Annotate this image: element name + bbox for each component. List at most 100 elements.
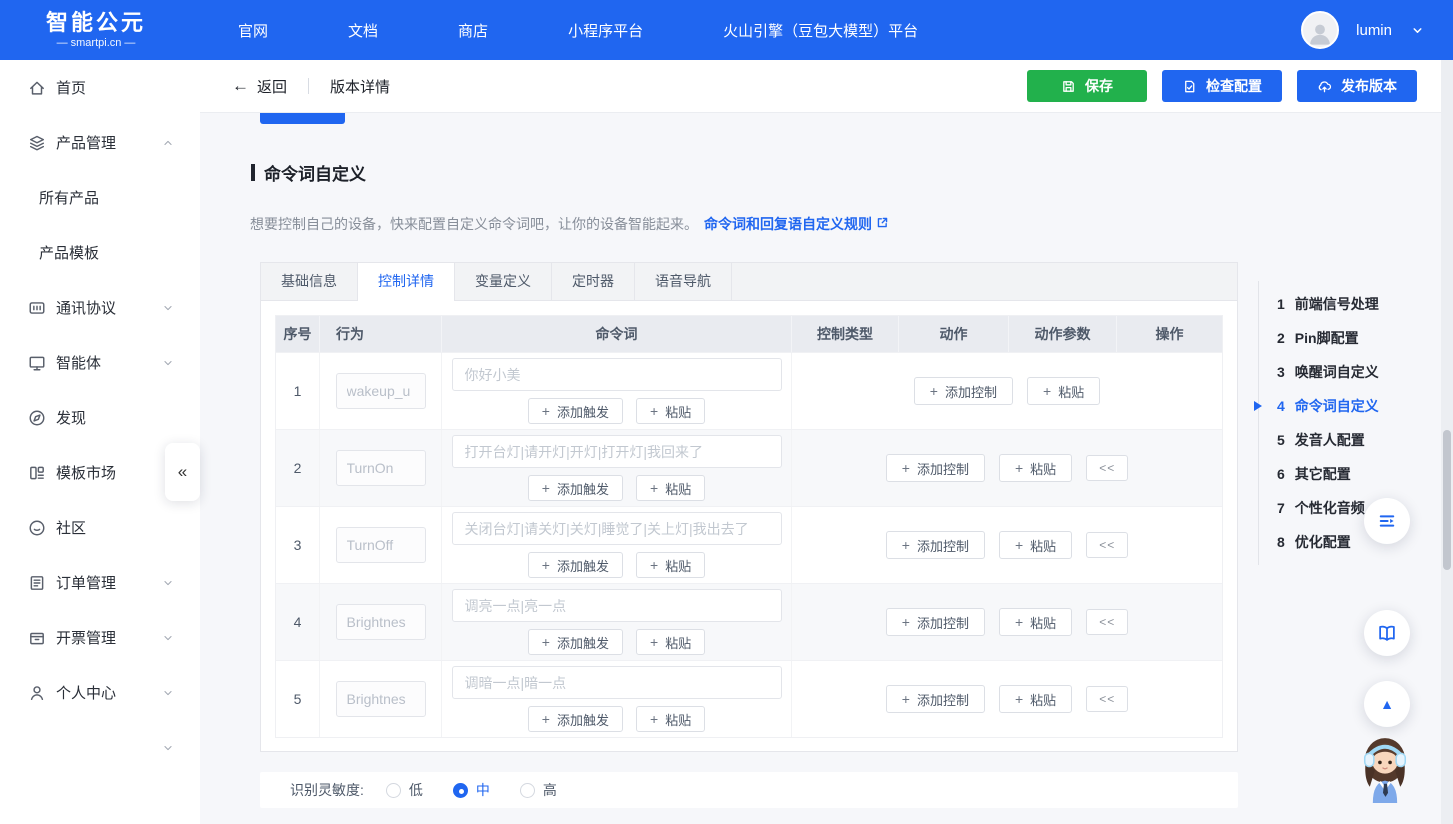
paste-trigger-button[interactable]: +粘贴 <box>636 398 705 424</box>
paste-control-button[interactable]: +粘贴 <box>999 685 1072 713</box>
sidebar-item-2[interactable]: 所有产品 <box>0 170 200 225</box>
scrollbar-thumb[interactable] <box>1443 430 1451 570</box>
command-config-card: 基础信息控制详情变量定义定时器语音导航 序号行为命令词控制类型动作动作参数操作1… <box>260 262 1238 752</box>
add-control-button[interactable]: +添加控制 <box>886 685 985 713</box>
username[interactable]: lumin <box>1356 22 1392 39</box>
step-5[interactable]: 5发音人配置 <box>1259 423 1379 457</box>
collapse-row-button[interactable]: << <box>1086 609 1128 635</box>
sidebar-collapse-button[interactable]: « <box>165 443 200 501</box>
step-2[interactable]: 2Pin脚配置 <box>1259 321 1379 355</box>
add-control-button[interactable]: +添加控制 <box>914 377 1013 405</box>
sensitivity-option-0[interactable]: 低 <box>386 780 423 800</box>
actions-cell: +添加控制 +粘贴 << <box>792 430 1222 506</box>
save-button[interactable]: 保存 <box>1027 70 1147 102</box>
scrollbar-track <box>1441 60 1453 824</box>
collapse-row-button[interactable]: << <box>1086 455 1128 481</box>
sidebar-item-11[interactable]: 个人中心 <box>0 665 200 720</box>
paste-trigger-button[interactable]: +粘贴 <box>636 629 705 655</box>
command-input[interactable] <box>452 358 782 391</box>
sidebar-item-5[interactable]: 智能体 <box>0 335 200 390</box>
command-table: 序号行为命令词控制类型动作动作参数操作1+添加触发+粘贴+添加控制+粘贴2+添加… <box>275 315 1223 738</box>
section-title: 命令词自定义 <box>251 160 366 185</box>
sidebar-item-extra[interactable] <box>0 720 200 775</box>
user-avatar[interactable] <box>1301 11 1339 49</box>
top-navbar: 智能公元 — smartpi.cn — 官网 文档 商店 小程序平台 火山引擎（豆包大模… <box>0 0 1453 60</box>
nav-item-4[interactable]: 火山引擎（豆包大模型）平台 <box>723 20 918 41</box>
sidebar-item-9[interactable]: 订单管理 <box>0 555 200 610</box>
add-control-button[interactable]: +添加控制 <box>886 454 985 482</box>
tab-4[interactable]: 语音导航 <box>635 263 732 300</box>
step-3[interactable]: 3唤醒词自定义 <box>1259 355 1379 389</box>
paste-control-button[interactable]: +粘贴 <box>999 454 1072 482</box>
nav-item-0[interactable]: 官网 <box>238 20 268 41</box>
behavior-input[interactable] <box>336 373 426 409</box>
back-button[interactable]: ← 返回 <box>232 76 287 97</box>
add-trigger-button[interactable]: +添加触发 <box>528 552 623 578</box>
user-chevron-down-icon[interactable] <box>1410 23 1425 38</box>
nav-item-2[interactable]: 商店 <box>458 20 488 41</box>
check-config-button[interactable]: 检查配置 <box>1162 70 1282 102</box>
paste-trigger-button[interactable]: +粘贴 <box>636 706 705 732</box>
paste-control-button[interactable]: +粘贴 <box>999 531 1072 559</box>
sidebar-item-1[interactable]: 产品管理 <box>0 115 200 170</box>
radio-icon[interactable] <box>520 783 535 798</box>
sidebar-item-4[interactable]: 通讯协议 <box>0 280 200 335</box>
sidebar-item-3[interactable]: 产品模板 <box>0 225 200 280</box>
brand-logo[interactable]: 智能公元 — smartpi.cn — <box>46 11 146 49</box>
paste-trigger-button[interactable]: +粘贴 <box>636 552 705 578</box>
collapse-row-button[interactable]: << <box>1086 686 1128 712</box>
behavior-input[interactable] <box>336 527 426 563</box>
step-1[interactable]: 1前端信号处理 <box>1259 287 1379 321</box>
radio-icon[interactable] <box>386 783 401 798</box>
step-4[interactable]: 4命令词自定义 <box>1259 389 1379 423</box>
publish-button[interactable]: 发布版本 <box>1297 70 1417 102</box>
brand-logo-title: 智能公元 <box>46 11 146 35</box>
rules-link[interactable]: 命令词和回复语自定义规则 <box>704 214 889 234</box>
add-trigger-button[interactable]: +添加触发 <box>528 706 623 732</box>
add-control-button[interactable]: +添加控制 <box>886 608 985 636</box>
add-trigger-button[interactable]: +添加触发 <box>528 629 623 655</box>
sidebar-item-10[interactable]: 开票管理 <box>0 610 200 665</box>
assistant-mascot[interactable] <box>1350 730 1420 805</box>
table-header: 序号行为命令词控制类型动作动作参数操作 <box>276 316 1222 352</box>
actions-cell: +添加控制 +粘贴 << <box>792 661 1222 737</box>
step-6[interactable]: 6其它配置 <box>1259 457 1379 491</box>
toc-float-button[interactable] <box>1364 498 1410 544</box>
sensitivity-option-1[interactable]: 中 <box>453 780 490 800</box>
page-title: 版本详情 <box>330 76 390 97</box>
behavior-input[interactable] <box>336 450 426 486</box>
paste-control-button[interactable]: +粘贴 <box>1027 377 1100 405</box>
sidebar-item-0[interactable]: 首页 <box>0 60 200 115</box>
sidebar-item-8[interactable]: 社区 <box>0 500 200 555</box>
tab-2[interactable]: 变量定义 <box>455 263 552 300</box>
collapse-row-button[interactable]: << <box>1086 532 1128 558</box>
paste-control-button[interactable]: +粘贴 <box>999 608 1072 636</box>
back-to-top-button[interactable]: ▲ <box>1364 681 1410 727</box>
sidebar: 首页产品管理所有产品产品模板通讯协议智能体发现模板市场社区订单管理开票管理个人中… <box>0 60 200 824</box>
paste-trigger-button[interactable]: +粘贴 <box>636 475 705 501</box>
add-trigger-button[interactable]: +添加触发 <box>528 398 623 424</box>
sensitivity-option-2[interactable]: 高 <box>520 780 557 800</box>
chevron-down-icon <box>161 301 175 315</box>
command-input[interactable] <box>452 512 782 545</box>
command-input[interactable] <box>452 589 782 622</box>
tab-1[interactable]: 控制详情 <box>358 263 455 301</box>
tab-0[interactable]: 基础信息 <box>261 263 358 300</box>
nav-item-3[interactable]: 小程序平台 <box>568 20 643 41</box>
behavior-input[interactable] <box>336 681 426 717</box>
tab-3[interactable]: 定时器 <box>552 263 635 300</box>
docs-float-button[interactable] <box>1364 610 1410 656</box>
chevron-down-icon <box>161 631 175 645</box>
command-input[interactable] <box>452 666 782 699</box>
radio-icon[interactable] <box>453 783 468 798</box>
command-input[interactable] <box>452 435 782 468</box>
clipped-button[interactable] <box>260 112 345 124</box>
community-icon <box>28 519 46 537</box>
add-control-button[interactable]: +添加控制 <box>886 531 985 559</box>
add-trigger-button[interactable]: +添加触发 <box>528 475 623 501</box>
step-8[interactable]: 8优化配置 <box>1259 525 1379 559</box>
behavior-input[interactable] <box>336 604 426 640</box>
sidebar-item-6[interactable]: 发现 <box>0 390 200 445</box>
step-7[interactable]: 7个性化音频 <box>1259 491 1379 525</box>
nav-item-1[interactable]: 文档 <box>348 20 378 41</box>
